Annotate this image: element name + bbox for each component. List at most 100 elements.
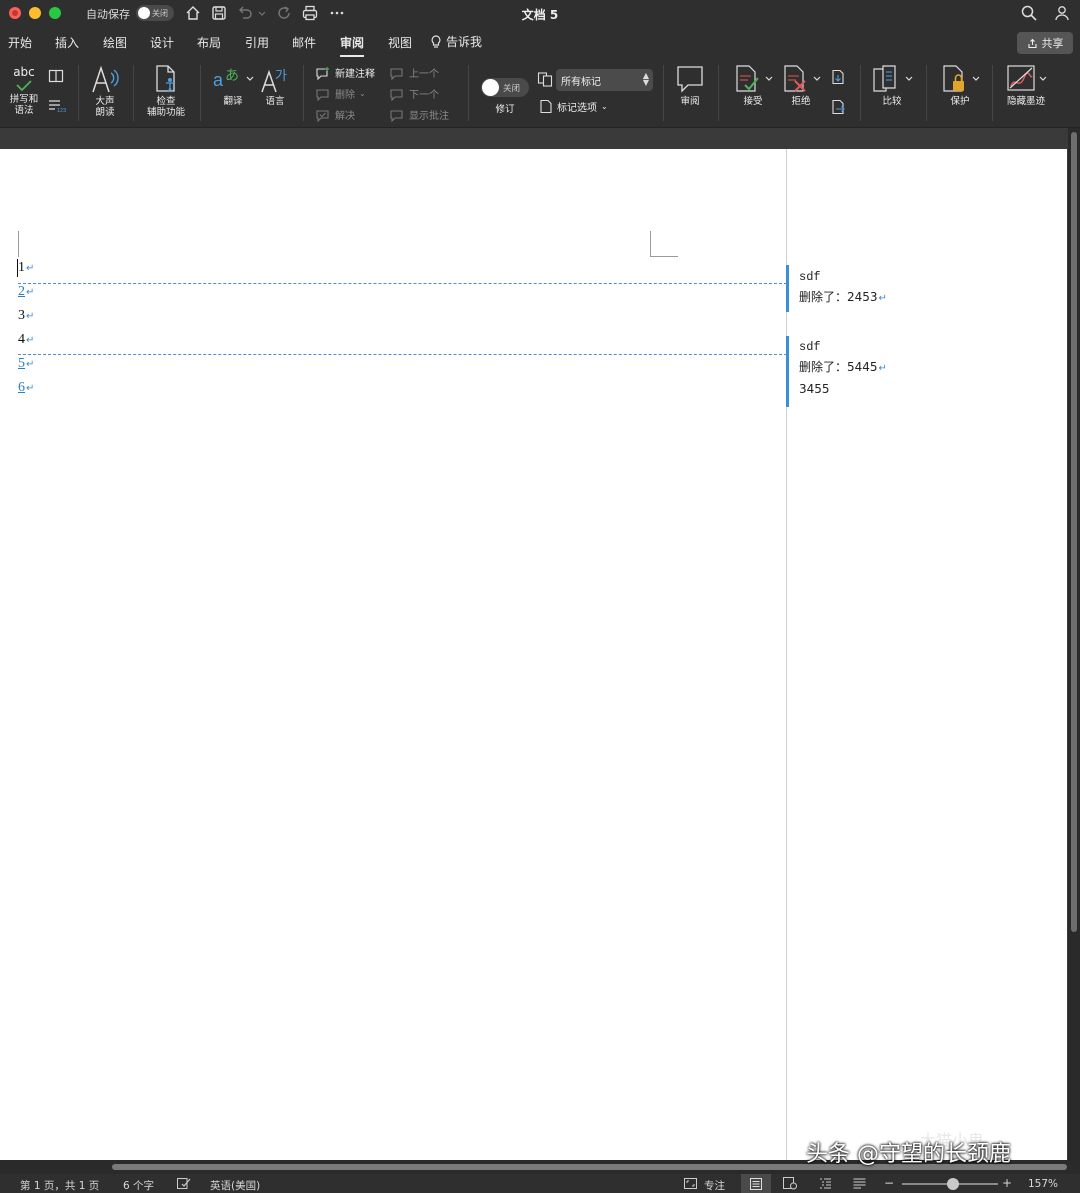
undo-icon[interactable] <box>236 4 254 22</box>
hide-ink-icon <box>1007 65 1047 91</box>
tab-insert[interactable]: 插入 <box>55 34 79 51</box>
minimize-window-button[interactable] <box>29 7 41 19</box>
focus-mode-icon[interactable] <box>683 1177 698 1190</box>
print-layout-icon <box>750 1178 762 1190</box>
line-text: 3 <box>18 308 25 323</box>
account-icon[interactable] <box>1053 4 1071 22</box>
page-count[interactable]: 第 1 页，共 1 页 <box>20 1178 99 1193</box>
protect-button[interactable]: 保护 <box>937 64 983 107</box>
outline-view-icon[interactable] <box>818 1177 833 1190</box>
accessibility-check-icon <box>156 65 175 93</box>
revision-text: 删除了：5445 <box>799 360 878 374</box>
thesaurus-icon[interactable] <box>48 69 64 83</box>
document-page[interactable]: 1↵ 2↵ 3↵ 4↵ 5↵ 6↵ sdf 删除了：2453↵ sdf 删除了：… <box>0 149 1067 1160</box>
next-comment-button[interactable]: 下一个 <box>389 86 439 101</box>
tab-design[interactable]: 设计 <box>150 34 174 51</box>
tab-references[interactable]: 引用 <box>245 34 269 51</box>
track-changes-toggle[interactable]: 关闭 <box>481 78 529 97</box>
paragraph-mark: ↵ <box>878 363 887 374</box>
markup-display-select[interactable]: 所有标记 ▲ ▼ <box>556 69 653 91</box>
accept-button[interactable]: 接受 <box>730 64 776 107</box>
compare-documents-icon <box>873 65 913 92</box>
markup-options-button[interactable]: 标记选项 ⌄ <box>539 99 608 114</box>
document-line-5-inserted[interactable]: 5↵ <box>18 356 34 372</box>
show-comments-label: 显示批注 <box>409 111 449 122</box>
vertical-scrollbar[interactable] <box>1068 128 1080 1160</box>
autosave-toggle-knob <box>138 7 150 19</box>
paragraph-mark: ↵ <box>26 263 35 274</box>
compare-button[interactable]: 比较 <box>868 64 916 107</box>
proofing-icon[interactable] <box>176 1177 192 1190</box>
document-line-1[interactable]: 1↵ <box>18 260 34 276</box>
tab-review[interactable]: 审阅 <box>340 34 365 57</box>
draft-view-icon[interactable] <box>852 1177 867 1190</box>
word-count[interactable]: 6 个字 <box>123 1178 154 1193</box>
read-aloud-button[interactable]: 大声 朗读 <box>86 64 124 118</box>
tab-view[interactable]: 视图 <box>388 34 412 51</box>
zoom-slider-knob[interactable] <box>947 1178 959 1190</box>
zoom-slider[interactable] <box>902 1178 998 1190</box>
share-button[interactable]: 共享 <box>1017 32 1073 54</box>
print-icon[interactable] <box>301 4 319 22</box>
menu-bar: 开始 插入 绘图 设计 布局 引用 邮件 审阅 视图 告诉我 <box>0 27 1080 57</box>
tell-me-search[interactable]: 告诉我 <box>430 33 482 50</box>
language-status[interactable]: 英语(美国) <box>210 1178 260 1193</box>
document-line-6-inserted[interactable]: 6↵ <box>18 380 34 396</box>
language-button[interactable]: 가 语言 <box>258 64 292 107</box>
reject-button[interactable]: 拒绝 <box>778 64 824 107</box>
focus-mode-label[interactable]: 专注 <box>704 1178 725 1193</box>
zoom-in-button[interactable]: + <box>1002 1176 1012 1190</box>
revision-extra-text: 3455 <box>799 382 830 396</box>
previous-comment-button[interactable]: 上一个 <box>389 65 439 80</box>
vertical-scroll-thumb[interactable] <box>1071 132 1077 932</box>
new-comment-button[interactable]: 新建注释 <box>315 65 375 80</box>
spelling-grammar-button[interactable]: abc 拼写和 语法 <box>6 65 42 116</box>
read-aloud-icon <box>92 65 119 93</box>
svg-text:あ: あ <box>225 68 239 84</box>
previous-change-icon[interactable] <box>830 69 846 85</box>
web-layout-icon[interactable] <box>782 1177 798 1190</box>
autosave-toggle[interactable]: 关闭 <box>136 5 174 21</box>
status-bar: 第 1 页，共 1 页 6 个字 英语(美国) 专注 − + 157% <box>0 1174 1080 1193</box>
save-icon[interactable] <box>210 4 228 22</box>
markup-options-label: 标记选项 <box>557 103 597 114</box>
tab-mailings[interactable]: 邮件 <box>292 34 316 51</box>
more-options-icon[interactable] <box>328 4 346 22</box>
show-comments-button[interactable]: 显示批注 <box>389 107 449 122</box>
redo-icon[interactable] <box>275 4 293 22</box>
track-changes-toggle-knob <box>482 79 499 96</box>
document-line-3[interactable]: 3↵ <box>18 308 34 324</box>
check-accessibility-button[interactable]: 检查 辅助功能 <box>140 64 192 118</box>
close-window-button[interactable] <box>9 7 21 19</box>
translate-label: 翻译 <box>223 96 243 107</box>
show-comments-icon <box>390 109 403 122</box>
tab-layout[interactable]: 布局 <box>197 34 221 51</box>
search-icon[interactable] <box>1020 4 1038 22</box>
resolve-comment-button[interactable]: 解决 <box>315 107 355 122</box>
word-count-icon[interactable]: 123 <box>48 99 66 113</box>
zoom-level[interactable]: 157% <box>1028 1178 1058 1190</box>
document-line-2-inserted[interactable]: 2↵ <box>18 284 34 300</box>
hide-ink-button[interactable]: 隐藏墨迹 <box>1000 64 1052 107</box>
translate-button[interactable]: aあ 翻译 <box>210 64 256 107</box>
document-area: 1↵ 2↵ 3↵ 4↵ 5↵ 6↵ sdf 删除了：2453↵ sdf 删除了：… <box>0 128 1068 1160</box>
undo-dropdown-chevron-icon[interactable] <box>256 4 268 22</box>
line-text: 6 <box>18 380 25 395</box>
home-icon[interactable] <box>184 4 202 22</box>
zoom-out-button[interactable]: − <box>884 1176 894 1190</box>
accept-change-icon <box>736 65 773 92</box>
delete-comment-button[interactable]: 删除 ⌄ <box>315 86 366 101</box>
maximize-window-button[interactable] <box>49 7 61 19</box>
tab-home[interactable]: 开始 <box>8 34 32 51</box>
tab-draw[interactable]: 绘图 <box>103 34 127 51</box>
print-layout-view-button[interactable] <box>741 1174 771 1193</box>
document-line-4[interactable]: 4↵ <box>18 332 34 348</box>
next-change-icon[interactable] <box>830 99 846 115</box>
compare-label: 比较 <box>882 96 902 107</box>
revision-balloon-1[interactable]: 删除了：2453↵ <box>799 288 887 305</box>
ribbon-separator <box>78 65 79 121</box>
reviewing-pane-button[interactable]: 审阅 <box>672 64 708 107</box>
ribbon-separator <box>718 65 719 121</box>
revision-balloon-2[interactable]: 删除了：5445↵ <box>799 358 887 375</box>
revision-balloon-bar <box>786 336 789 407</box>
